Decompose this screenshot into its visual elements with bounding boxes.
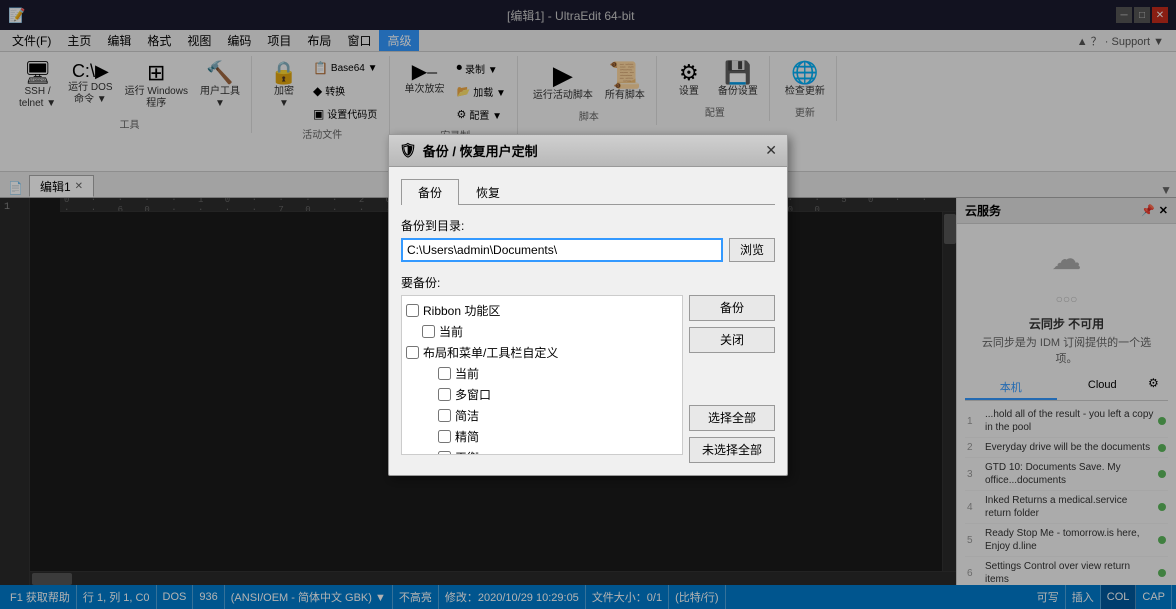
dialog-select-all-button[interactable]: 选择全部 [689,405,775,431]
checkbox-layout-input[interactable] [406,346,419,359]
dialog-tabs: 备份 恢复 [401,179,775,205]
checkbox-current-1-label: 当前 [439,323,463,340]
checkbox-multi-window-label: 多窗口 [455,386,491,403]
dialog-tab-backup[interactable]: 备份 [401,179,459,205]
checkbox-current-2-label: 当前 [455,365,479,382]
dialog-checkbox-area: Ribbon 功能区 当前 布局和菜单/工具栏自定义 当前 [401,295,683,455]
dialog-title-text: 🛡 备份 / 恢复用户定制 [399,141,538,160]
checkbox-minimal-input[interactable] [438,409,451,422]
checkbox-balanced-label: 平衡 [455,449,479,455]
checkbox-current-1[interactable]: 当前 [406,321,678,342]
checkbox-multi-window[interactable]: 多窗口 [406,384,678,405]
dialog-backup-button[interactable]: 备份 [689,295,775,321]
dialog-backup-what-label: 要备份: [401,274,775,291]
checkbox-ribbon-input[interactable] [406,304,419,317]
dialog-backup-dir-label: 备份到目录: [401,217,775,234]
dialog-tab-restore[interactable]: 恢复 [459,179,517,205]
checkbox-current-2-input[interactable] [438,367,451,380]
dialog-checkbox-section: Ribbon 功能区 当前 布局和菜单/工具栏自定义 当前 [401,295,683,463]
dialog-side-buttons: 备份 关闭 选择全部 未选择全部 [689,295,775,463]
checkbox-layout[interactable]: 布局和菜单/工具栏自定义 [406,342,678,363]
checkbox-minimal[interactable]: 简洁 [406,405,678,426]
checkbox-minimal-label: 简洁 [455,407,479,424]
dialog-backup-dir-input[interactable] [401,238,723,262]
checkbox-balanced[interactable]: 平衡 [406,447,678,455]
checkbox-compact[interactable]: 精简 [406,426,678,447]
checkbox-multi-window-input[interactable] [438,388,451,401]
dialog-close-action-button[interactable]: 关闭 [689,327,775,353]
checkbox-ribbon-label: Ribbon 功能区 [423,302,500,319]
dialog-icon: 🛡 [399,142,417,159]
checkbox-current-2[interactable]: 当前 [406,363,678,384]
checkbox-ribbon[interactable]: Ribbon 功能区 [406,300,678,321]
checkbox-balanced-input[interactable] [438,451,451,455]
dialog-body: 备份 恢复 备份到目录: 浏览 要备份: Ribbon 功能区 [389,167,787,475]
checkbox-layout-label: 布局和菜单/工具栏自定义 [423,344,558,361]
dialog-backup-dir-row: 浏览 [401,238,775,262]
dialog-close-button[interactable]: ✕ [765,142,777,159]
checkbox-compact-input[interactable] [438,430,451,443]
checkbox-current-1-input[interactable] [422,325,435,338]
checkbox-compact-label: 精简 [455,428,479,445]
backup-dialog: 🛡 备份 / 恢复用户定制 ✕ 备份 恢复 备份到目录: 浏览 要备份: [388,134,788,476]
dialog-browse-button[interactable]: 浏览 [729,238,775,262]
dialog-deselect-all-button[interactable]: 未选择全部 [689,437,775,463]
dialog-title-bar: 🛡 备份 / 恢复用户定制 ✕ [389,135,787,167]
dialog-content-row: Ribbon 功能区 当前 布局和菜单/工具栏自定义 当前 [401,295,775,463]
dialog-overlay: 🛡 备份 / 恢复用户定制 ✕ 备份 恢复 备份到目录: 浏览 要备份: [0,0,1176,609]
